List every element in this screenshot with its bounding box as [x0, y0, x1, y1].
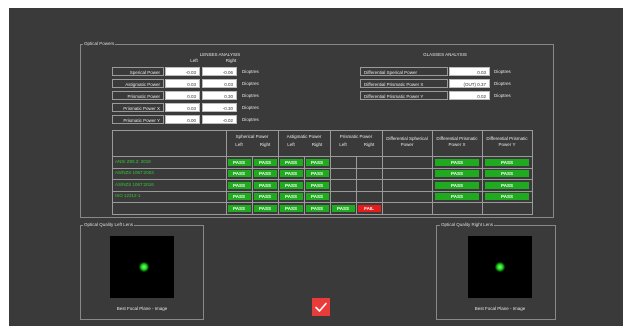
pass-badge: PASS — [227, 193, 251, 200]
pass-badge: PASS — [485, 158, 529, 166]
pass-badge: PASS — [305, 204, 329, 212]
glasses-analysis-title: GLASSES ANALYSIS — [423, 52, 467, 57]
standards-table: Spherical Power Left Right Astigmatic Power… — [112, 130, 533, 215]
table-header-title: Prismatic Power — [339, 134, 373, 139]
pass-badge: PASS — [435, 170, 479, 177]
pass-badge: PASS — [253, 193, 277, 200]
optical-quality-right-title: Optical Quality Right Lens — [440, 222, 495, 228]
table-row-divider — [112, 167, 532, 169]
left-lens-image — [110, 236, 174, 298]
table-row-divider — [112, 190, 532, 192]
optical-powers-title: Optical Powers — [83, 41, 116, 47]
table-header-title: Differential Spherical Power — [386, 136, 428, 147]
right-lens-image — [468, 236, 532, 298]
pass-badge: PASS — [279, 158, 303, 166]
fail-badge: FAIL — [357, 204, 381, 212]
table-header-divider — [112, 156, 532, 157]
glasses-value: 0.03 — [449, 67, 490, 76]
pass-badge: PASS — [253, 170, 277, 177]
table-header-left: Left — [339, 142, 347, 147]
lens-row-label: Sperical Power — [112, 67, 164, 76]
lens-left-value: 0.03 — [165, 79, 200, 88]
pass-badge: PASS — [227, 181, 251, 189]
table-header-title: Astigmatic Power — [286, 134, 322, 139]
lenses-col-left: Left — [190, 58, 198, 63]
table-header-title: Differential Prismatic Power X — [436, 136, 478, 147]
lens-right-value: -0.02 — [202, 115, 237, 124]
glasses-value: 0.02 — [449, 91, 490, 100]
table-header-left: Left — [287, 142, 295, 147]
pass-badge: PASS — [279, 204, 303, 212]
pass-badge: PASS — [253, 204, 277, 212]
standard-name: AS/NZS 1067:2016 — [115, 181, 154, 187]
table-row-divider — [112, 202, 532, 203]
lens-unit: Dioptres — [242, 81, 259, 86]
standard-name: ANSI Z80.3: 2018 — [115, 158, 151, 164]
left-image-caption: Best Focal Plane - Image — [116, 306, 168, 311]
table-header-title: Spherical Power — [235, 134, 269, 139]
table-header-title: Differential Prismatic Power Y — [486, 136, 528, 147]
lens-row-label: Prismatic Power — [112, 91, 164, 100]
lens-left-value: 0.00 — [165, 115, 200, 124]
glasses-value: (OUT) 0.37 — [449, 79, 490, 88]
standard-name: ISO 12312-1 — [115, 193, 141, 198]
pass-badge: PASS — [331, 204, 355, 212]
pass-badge: PASS — [227, 170, 251, 177]
optical-quality-left-title: Optical Quality Left Lens — [83, 222, 135, 228]
table-header-right: Right — [259, 142, 271, 147]
lens-left-value: 0.03 — [165, 91, 200, 100]
glasses-unit: Dioptres — [494, 81, 511, 86]
pass-badge: PASS — [435, 181, 479, 189]
pass-badge: PASS — [485, 193, 529, 200]
table-border — [112, 130, 113, 214]
lens-right-value: -0.30 — [202, 103, 237, 112]
pass-badge: PASS — [305, 170, 329, 177]
lens-right-value: 0.03 — [202, 79, 237, 88]
lens-unit: Dioptres — [242, 93, 259, 98]
lens-left-value: -0.03 — [165, 67, 200, 76]
left-focal-spot — [139, 262, 149, 272]
pass-badge: PASS — [227, 158, 251, 166]
lens-row-label: Prismatic Power X — [112, 103, 164, 112]
lens-unit: Dioptres — [242, 117, 259, 122]
glasses-row-label: Differential Prismatic Power X — [360, 79, 448, 88]
confirm-button[interactable] — [312, 298, 330, 316]
pass-badge: PASS — [485, 181, 529, 189]
pass-badge: PASS — [279, 181, 303, 189]
pass-badge: PASS — [227, 204, 251, 212]
table-border — [112, 213, 533, 215]
table-border — [112, 130, 532, 131]
table-header-right: Right — [311, 142, 323, 147]
pass-badge: PASS — [305, 158, 329, 166]
lens-right-value: 0.30 — [202, 91, 237, 100]
right-focal-spot — [495, 262, 505, 272]
glasses-row-label: Differential Prismatic Power Y — [360, 91, 448, 100]
right-image-caption: Best Focal Plane - Image — [474, 306, 526, 311]
table-border — [532, 130, 533, 214]
checkmark-icon — [315, 302, 327, 312]
lens-row-label: Astigmatic Power — [112, 79, 164, 88]
table-header-right: Right — [363, 142, 375, 147]
lens-row-label: Prismatic Power Y — [112, 115, 164, 124]
lens-right-value: -0.06 — [202, 67, 237, 76]
table-header-left: Left — [235, 142, 243, 147]
lens-unit: Dioptres — [242, 69, 259, 74]
glasses-unit: Dioptres — [494, 69, 511, 74]
standard-name: AS/NZS 1067:2003 — [115, 170, 154, 175]
lens-left-value: 0.03 — [165, 103, 200, 112]
glasses-row-label: Differential Sperical Power — [360, 67, 448, 76]
pass-badge: PASS — [279, 193, 303, 200]
pass-badge: PASS — [253, 158, 277, 166]
lens-unit: Dioptres — [242, 105, 259, 110]
table-row-divider — [112, 179, 532, 180]
lenses-col-right: Right — [225, 58, 237, 63]
pass-badge: PASS — [305, 181, 329, 189]
pass-badge: PASS — [279, 170, 303, 177]
glasses-unit: Dioptres — [494, 93, 511, 98]
pass-badge: PASS — [435, 158, 479, 166]
pass-badge: PASS — [305, 193, 329, 200]
pass-badge: PASS — [253, 181, 277, 189]
pass-badge: PASS — [435, 193, 479, 200]
pass-badge: PASS — [485, 170, 529, 177]
